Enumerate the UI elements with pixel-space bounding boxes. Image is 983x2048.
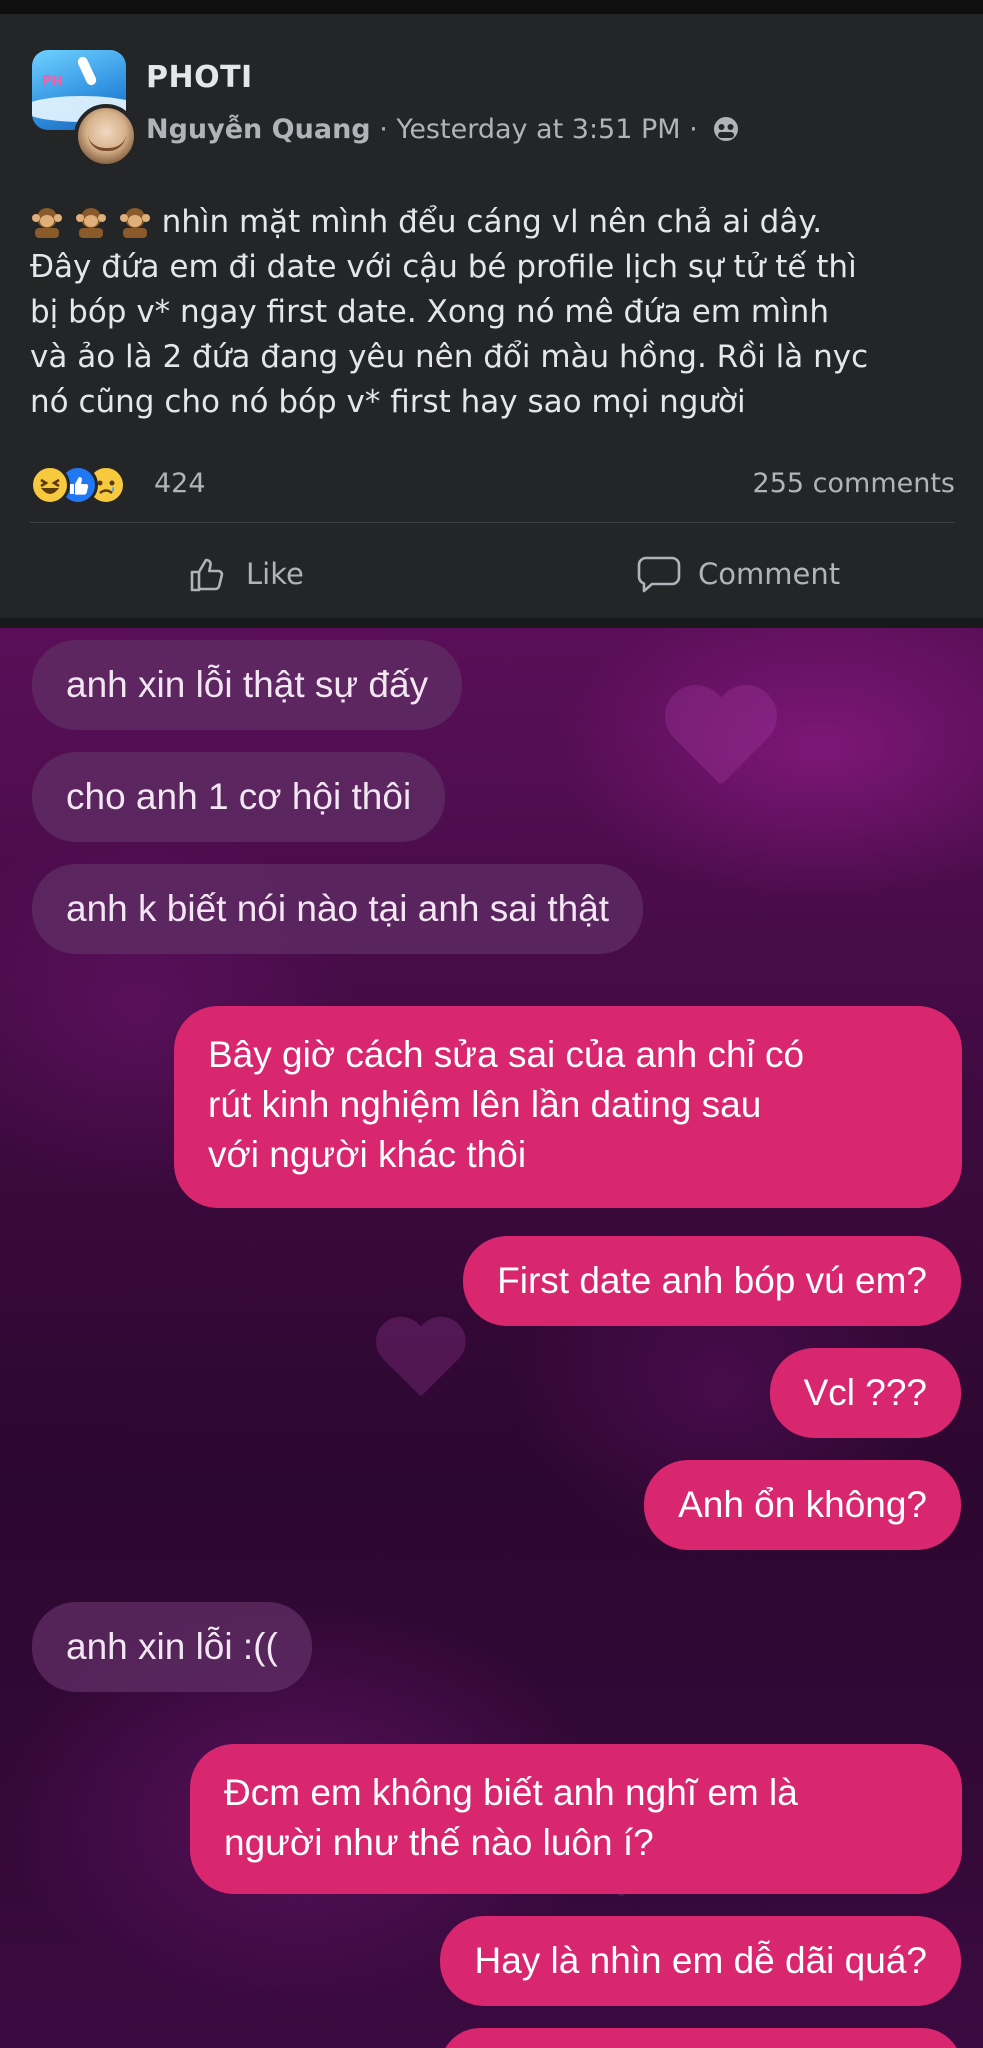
post-line-1: nhìn mặt mình đểu cáng vl nên chả ai dây… (30, 200, 960, 245)
avatar-bunny-ear (76, 55, 98, 87)
meta-separator: · (379, 114, 388, 145)
like-outline-icon (190, 558, 224, 592)
like-label: Like (246, 557, 304, 591)
top-strip (0, 0, 983, 14)
message-outgoing: Anh ổn không? (644, 1460, 961, 1550)
post-line-2: Đây đứa em đi date với cậu bé profile lị… (30, 249, 857, 285)
hear-no-evil-monkey-icon (74, 204, 118, 240)
section-separator (0, 618, 983, 628)
reaction-count[interactable]: 424 (154, 468, 206, 499)
post-line-text: nhìn mặt mình đểu cáng vl nên chả ai dây… (161, 204, 823, 240)
post-header: PH PHOTI Nguyễn Quang · Yesterday at 3:5… (32, 50, 952, 168)
comment-count[interactable]: 255 comments (753, 468, 955, 499)
chat-screenshot: anh xin lỗi thật sự đấy cho anh 1 cơ hội… (0, 628, 983, 2048)
post-line-5: nó cũng cho nó bóp v* first hay sao mọi … (30, 384, 746, 420)
post-line-3: bị bóp v* ngay first date. Xong nó mê đứ… (30, 294, 829, 330)
post-actions: Like Comment (0, 544, 983, 604)
background-heart (372, 1319, 468, 1407)
post-text: nhìn mặt mình đểu cáng vl nên chả ai dây… (30, 200, 960, 425)
message-incoming: anh xin lỗi :(( (32, 1602, 312, 1692)
message-outgoing: Bây giờ cách sửa sai của anh chỉ có rút … (174, 1006, 962, 1208)
hear-no-evil-monkey-icon (30, 204, 74, 240)
group-privacy-icon (714, 117, 739, 141)
like-button[interactable]: Like (186, 544, 304, 604)
comment-bubble-icon (637, 556, 681, 593)
author-avatar[interactable] (74, 104, 138, 168)
background-heart (660, 688, 780, 798)
message-outgoing: First date anh bóp vú em? (463, 1236, 961, 1326)
post-card: PH PHOTI Nguyễn Quang · Yesterday at 3:5… (0, 14, 983, 618)
message-outgoing: Đcm em không biết anh nghĩ em là người n… (190, 1744, 962, 1894)
message-incoming: cho anh 1 cơ hội thôi (32, 752, 446, 842)
message-outgoing-partial (440, 2028, 962, 2048)
message-outgoing: Hay là nhìn em dễ dãi quá? (440, 1916, 961, 2006)
message-incoming: anh xin lỗi thật sự đấy (32, 640, 463, 730)
divider (30, 522, 955, 523)
author-name[interactable]: Nguyễn Quang (146, 114, 371, 145)
comment-button[interactable]: Comment (636, 544, 840, 604)
avatar-badge: PH (42, 74, 63, 89)
post-stats: 424 255 comments (30, 462, 955, 508)
message-outgoing: Vcl ??? (769, 1348, 961, 1438)
post-time[interactable]: Yesterday at 3:51 PM (396, 114, 680, 145)
hear-no-evil-monkey-icon (118, 204, 162, 240)
post-line-4: và ảo là 2 đứa đang yêu nên đổi màu hồng… (30, 339, 869, 375)
meta-separator: · (689, 114, 698, 145)
group-name[interactable]: PHOTI (146, 60, 253, 95)
haha-icon (30, 465, 70, 505)
message-incoming: anh k biết nói nào tại anh sai thật (32, 864, 644, 954)
reactions-summary[interactable] (30, 462, 126, 508)
comment-label: Comment (698, 557, 841, 591)
post-meta: Nguyễn Quang · Yesterday at 3:51 PM · (146, 114, 740, 145)
